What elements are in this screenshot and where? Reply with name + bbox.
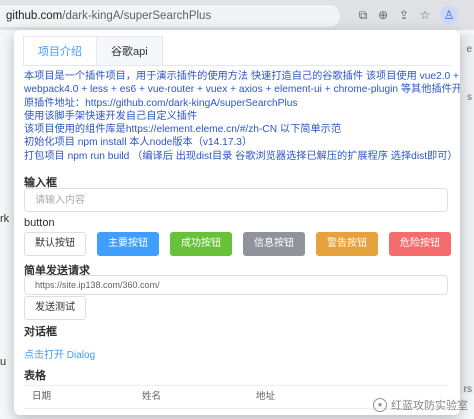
url-path: /dark-kingA/superSearchPlus [62, 10, 212, 22]
dialog-section-title: 对话框 [24, 326, 57, 338]
translate-icon[interactable]: ⧉ [355, 7, 371, 23]
background-right-text: s [467, 92, 472, 103]
wechat-icon: ● [373, 398, 387, 412]
text-input[interactable] [24, 188, 448, 212]
watermark-text: 红蓝攻防实验室 [391, 400, 468, 412]
extension-icon[interactable]: ♙ [440, 6, 458, 24]
send-test-button[interactable]: 发送测试 [24, 296, 86, 320]
background-edge-text: rk [0, 213, 10, 225]
browser-toolbar: github.com/dark-kingA/superSearchPlus ⧉ … [0, 0, 474, 30]
address-bar[interactable]: github.com/dark-kingA/superSearchPlus [0, 5, 340, 27]
intro-line: 原插件地址：https://github.com/dark-kingA/supe… [24, 97, 298, 109]
default-button[interactable]: 默认按钮 [24, 232, 86, 256]
request-url-input[interactable] [24, 275, 448, 295]
column-header-name[interactable]: 姓名 [134, 386, 248, 408]
bookmark-star-icon[interactable]: ☆ [417, 7, 433, 23]
tab-intro[interactable]: 项目介绍 [23, 36, 97, 66]
intro-line: webpack4.0 + less + es6 + vue-router + v… [24, 84, 460, 96]
url-host: github.com [6, 10, 63, 22]
intro-line: 本项目是一个插件项目，用于演示插件的使用方法 快速打造自己的谷歌插件 该项目使用… [24, 71, 459, 82]
danger-button[interactable]: 危险按钮 [389, 232, 451, 256]
tab-bar: 项目介绍 谷歌api [23, 36, 163, 66]
zoom-icon[interactable]: ⊕ [375, 7, 391, 23]
table-section-title: 表格 [24, 370, 46, 382]
open-dialog-link[interactable]: 点击打开 Dialog [24, 346, 95, 361]
share-icon[interactable]: ⇪ [396, 7, 412, 23]
tab-google-api[interactable]: 谷歌api [97, 36, 163, 66]
info-button[interactable]: 信息按钮 [243, 232, 305, 256]
intro-line: 该项目使用的组件库是https://element.eleme.cn/#/zh-… [24, 124, 342, 136]
warning-button[interactable]: 警告按钮 [316, 232, 378, 256]
intro-line: 使用该脚手架快速开发自己自定义插件 [24, 110, 198, 122]
background-right-text: e [466, 44, 472, 55]
background-edge-text: u [0, 356, 7, 368]
column-header-date[interactable]: 日期 [24, 386, 134, 408]
success-button[interactable]: 成功按钮 [170, 232, 232, 256]
extension-popup: 项目介绍 谷歌api 本项目是一个插件项目，用于演示插件的使用方法 快速打造自己… [14, 30, 460, 415]
intro-line: 初始化项目 npm install 本人node版本（v14.17.3） [24, 137, 253, 149]
button-section-title: button [24, 217, 55, 229]
intro-line: 打包项目 npm run build （编译后 出现dist目录 谷歌浏览器选择… [24, 150, 458, 162]
background-right-text: rs [463, 384, 472, 395]
intro-text: 本项目是一个插件项目，用于演示插件的使用方法 快速打造自己的谷歌插件 该项目使用… [24, 70, 460, 163]
primary-button[interactable]: 主要按钮 [97, 232, 159, 256]
watermark: ● 红蓝攻防实验室 [373, 397, 468, 413]
tab-divider [23, 65, 451, 66]
button-row: 默认按钮 主要按钮 成功按钮 信息按钮 警告按钮 危险按钮 [24, 232, 451, 256]
